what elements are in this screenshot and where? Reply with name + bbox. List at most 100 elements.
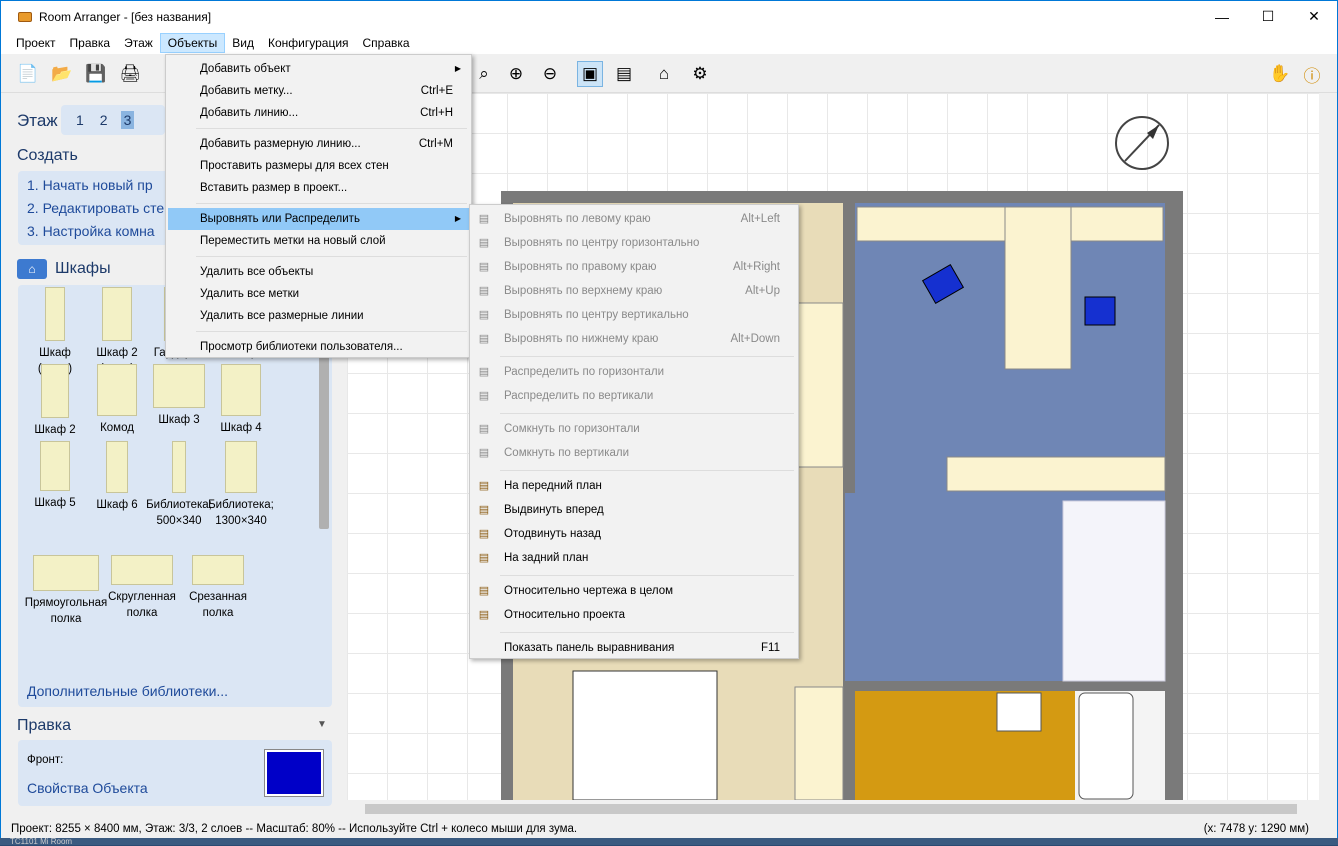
menu-item[interactable]: Удалить все метки [168, 283, 469, 305]
menu-3[interactable]: Объекты [159, 33, 226, 53]
library-item[interactable]: Шкаф 6 [82, 441, 152, 513]
library-item[interactable]: Комод [82, 364, 152, 436]
menu-item[interactable]: ▤ Отодвинуть назад [472, 523, 796, 545]
menu-item[interactable]: ▤ Относительно проекта [472, 604, 796, 626]
menu-item[interactable]: Показать панель выравнивания F11 [472, 637, 796, 659]
menu-item[interactable]: Вставить размер в проект... [168, 177, 469, 199]
close-h-icon: ▤ [478, 423, 490, 435]
menu-item-label: Просмотр библиотеки пользователя... [200, 341, 403, 353]
hand-pointer-icon[interactable]: ✋ [1267, 61, 1293, 87]
horizontal-scrollbar[interactable] [347, 800, 1319, 818]
info-icon[interactable]: ⓘ [1299, 61, 1325, 87]
print-icon[interactable]: 🖨 [117, 61, 143, 87]
floor-3-button[interactable]: 3 [120, 111, 135, 129]
front-color-swatch[interactable] [264, 749, 324, 797]
library-item[interactable]: Библиотека; 500×340 [144, 441, 214, 529]
create-step-link[interactable]: 1. Начать новый пр [27, 177, 153, 193]
menu-item[interactable]: ▤ Относительно чертежа в целом [472, 580, 796, 602]
distribute-h-icon: ▤ [478, 366, 490, 378]
menu-item[interactable]: Переместить метки на новый слой [168, 230, 469, 252]
menu-item-shortcut: F11 [761, 642, 780, 654]
menu-item[interactable]: ▤ Выдвинуть вперед [472, 499, 796, 521]
create-step-link[interactable]: 2. Редактировать сте [27, 200, 164, 216]
zoom-in-icon[interactable]: ⊕ [503, 61, 529, 87]
app-window: Room Arranger - [без названия] — ☐ ✕ Про… [0, 0, 1338, 839]
menu-item[interactable]: Добавить линию... Ctrl+H [168, 102, 469, 124]
close-button[interactable]: ✕ [1291, 1, 1337, 32]
new-project-icon[interactable]: 📄 [15, 61, 41, 87]
floor-2-button[interactable]: 2 [97, 111, 111, 129]
minimize-button[interactable]: — [1199, 1, 1245, 32]
menu-2[interactable]: Этаж [117, 33, 160, 53]
menu-item[interactable]: ▤ На передний план [472, 475, 796, 497]
library-item-thumbnail [33, 555, 99, 591]
library-item[interactable]: Библиотека; 1300×340 [206, 441, 276, 529]
zoom-out-icon[interactable]: ⊖ [537, 61, 563, 87]
menu-5[interactable]: Конфигурация [261, 33, 356, 53]
app-icon [18, 11, 32, 22]
menu-item[interactable]: Выровнять или Распределить ▶ [168, 208, 469, 230]
3d-house-icon[interactable]: ⌂ [651, 61, 677, 87]
library-item-label: Библиотека; 1300×340 [208, 499, 274, 527]
menu-6[interactable]: Справка [356, 33, 417, 53]
menu-item[interactable]: Добавить размерную линию... Ctrl+M [168, 133, 469, 155]
menu-item: ▤ Выровнять по верхнему краю Alt+Up [472, 280, 796, 302]
sink [996, 692, 1042, 732]
align-right-icon: ▤ [478, 261, 490, 273]
menu-item[interactable]: ▤ На задний план [472, 547, 796, 569]
relative-drawing-icon: ▤ [478, 585, 490, 597]
menu-item-shortcut: Alt+Down [730, 333, 780, 345]
library-scroll-thumb[interactable] [319, 349, 329, 529]
menu-item[interactable]: Добавить объект ▶ [168, 58, 469, 80]
distribute-v-icon: ▤ [478, 390, 490, 402]
window-title: Room Arranger - [без названия] [39, 9, 212, 24]
library-item[interactable]: Шкаф 2 [20, 364, 90, 438]
menu-item[interactable]: Проставить размеры для всех стен [168, 155, 469, 177]
library-item[interactable]: Шкаф 3 [144, 364, 214, 428]
library-item[interactable]: Шкаф 4 [206, 364, 276, 436]
menu-1[interactable]: Правка [63, 33, 118, 53]
more-libraries-link[interactable]: Дополнительные библиотеки... [27, 683, 228, 699]
taskbar-strip: TC1101 Mi Room [0, 838, 1338, 846]
menu-item-shortcut: Alt+Up [745, 285, 780, 297]
3d-objects-icon[interactable]: ▤ [611, 61, 637, 87]
library-item[interactable]: Срезанная полка [170, 555, 266, 621]
library-item-thumbnail [97, 364, 137, 416]
floor-selector: 123 [61, 105, 165, 135]
menu-item-label: Выровнять по правому краю [504, 261, 657, 273]
menu-item[interactable]: Добавить метку... Ctrl+E [168, 80, 469, 102]
front-label: Фронт: [27, 754, 64, 766]
menu-item-label: Проставить размеры для всех стен [200, 160, 389, 172]
align-center-v-icon: ▤ [478, 309, 490, 321]
home-library-icon[interactable]: ⌂ [17, 259, 47, 279]
horizontal-scroll-thumb[interactable] [365, 804, 1297, 814]
menu-item-shortcut: Alt+Right [733, 261, 780, 273]
2d-view-icon[interactable]: ▣ [577, 61, 603, 87]
menu-separator [196, 128, 467, 129]
collapse-arrow-icon[interactable]: ▼ [317, 719, 327, 730]
bed [572, 670, 718, 800]
floor-1-button[interactable]: 1 [73, 111, 87, 129]
send-backward-icon: ▤ [478, 528, 490, 540]
library-item[interactable]: Шкаф 5 [20, 441, 90, 511]
menu-0[interactable]: Проект [9, 33, 63, 53]
library-item-thumbnail [111, 555, 173, 585]
save-icon[interactable]: 💾 [83, 61, 109, 87]
vertical-scrollbar[interactable] [1319, 93, 1337, 800]
menu-4[interactable]: Вид [225, 33, 261, 53]
menu-separator [500, 632, 794, 633]
object-properties-link[interactable]: Свойства Объекта [27, 780, 148, 796]
menu-item-shortcut: Ctrl+H [420, 107, 453, 119]
create-step-link[interactable]: 3. Настройка комна [27, 223, 155, 239]
settings-gear-icon[interactable]: ⚙ [687, 61, 713, 87]
menu-item[interactable]: Просмотр библиотеки пользователя... [168, 336, 469, 358]
menu-item-label: Выровнять или Распределить [200, 213, 360, 225]
open-folder-icon[interactable]: 📂 [49, 61, 75, 87]
objects-menu: Добавить объект ▶ Добавить метку... Ctrl+E Д… [165, 54, 472, 358]
menu-item[interactable]: Удалить все объекты [168, 261, 469, 283]
maximize-button[interactable]: ☐ [1245, 1, 1291, 32]
menu-item: ▤ Распределить по вертикали [472, 385, 796, 407]
align-left-icon: ▤ [478, 213, 490, 225]
menu-item[interactable]: Удалить все размерные линии [168, 305, 469, 327]
zoom-fit-icon[interactable]: ⌕ [471, 61, 497, 87]
